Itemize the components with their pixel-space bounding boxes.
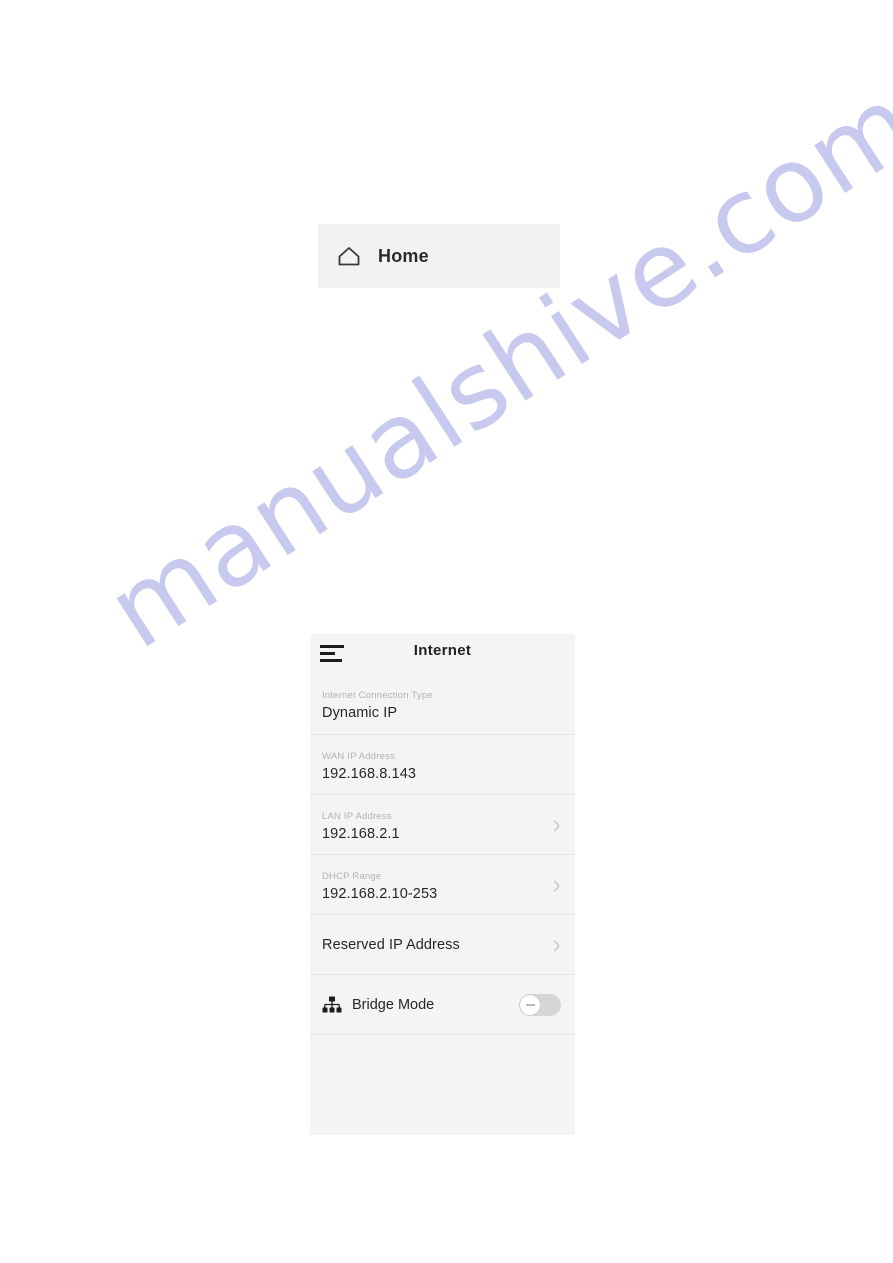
sitemap-icon bbox=[322, 996, 342, 1014]
row-wan-ip-address: WAN IP Address 192.168.8.143 bbox=[310, 734, 575, 794]
row-label: LAN IP Address bbox=[322, 810, 392, 822]
panel-empty-area bbox=[310, 1034, 575, 1135]
home-card-label: Home bbox=[378, 245, 429, 266]
home-icon bbox=[336, 243, 362, 269]
row-reserved-ip-address[interactable]: Reserved IP Address bbox=[310, 914, 575, 974]
row-value: 192.168.2.10-253 bbox=[322, 885, 438, 902]
row-label: WAN IP Address bbox=[322, 750, 396, 762]
row-value: 192.168.8.143 bbox=[322, 765, 417, 782]
row-value: Dynamic IP bbox=[322, 705, 398, 721]
bridge-mode-label: Bridge Mode bbox=[352, 996, 435, 1013]
chevron-right-icon bbox=[553, 939, 561, 952]
row-title: Reserved IP Address bbox=[322, 936, 460, 953]
row-internet-connection-type: Internet Connection Type Dynamic IP bbox=[310, 674, 575, 734]
toggle-knob bbox=[520, 994, 540, 1015]
row-bridge-mode[interactable]: Bridge Mode bbox=[310, 974, 575, 1034]
page-title: Internet bbox=[413, 642, 472, 659]
chevron-right-icon bbox=[553, 819, 561, 832]
bridge-mode-toggle[interactable] bbox=[519, 993, 561, 1016]
toggle-off-dash-icon bbox=[525, 1003, 535, 1006]
home-card[interactable]: Home bbox=[318, 224, 560, 288]
row-dhcp-range[interactable]: DHCP Range 192.168.2.10-253 bbox=[310, 854, 575, 914]
chevron-right-icon bbox=[553, 879, 561, 892]
row-label: Internet Connection Type bbox=[322, 690, 433, 701]
row-value: 192.168.2.1 bbox=[322, 825, 400, 842]
panel-header: Internet bbox=[310, 634, 575, 674]
row-label: DHCP Range bbox=[322, 870, 382, 882]
row-lan-ip-address[interactable]: LAN IP Address 192.168.2.1 bbox=[310, 794, 575, 854]
internet-settings-panel: Internet Internet Connection Type Dynami… bbox=[310, 634, 575, 1135]
